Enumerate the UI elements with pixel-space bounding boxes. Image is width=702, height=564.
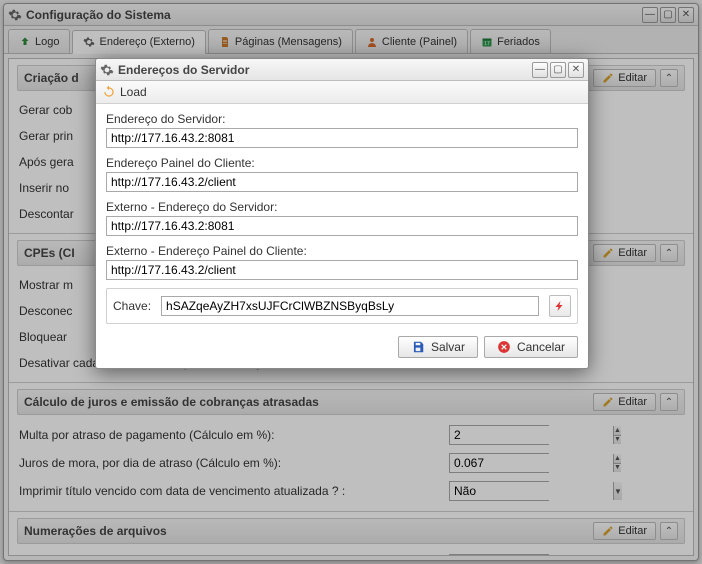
save-button[interactable]: Salvar (398, 336, 478, 358)
section-juros-title: Cálculo de juros e emissão de cobranças … (24, 395, 319, 409)
collapse-button[interactable]: ⌃ (660, 393, 678, 411)
tab-feriados-label: Feriados (497, 36, 540, 48)
pencil-icon (602, 247, 614, 259)
chevron-up-icon: ⌃ (665, 397, 673, 408)
edit-button[interactable]: Editar (593, 393, 656, 411)
main-title: Configuração do Sistema (26, 8, 171, 22)
save-label: Salvar (431, 340, 465, 354)
key-row: Chave: (106, 288, 578, 324)
imprimir-combo[interactable]: ▼ (449, 481, 549, 501)
section-cobranca-title: Criação d (24, 71, 79, 85)
pencil-icon (602, 396, 614, 408)
multa-spinner[interactable]: ▲▼ (449, 425, 549, 445)
chevron-up-icon: ⌃ (665, 526, 673, 537)
edit-label: Editar (618, 396, 647, 408)
tab-paginas[interactable]: Páginas (Mensagens) (208, 29, 353, 53)
arrow-up-icon (19, 36, 31, 48)
nf-input[interactable] (450, 555, 613, 556)
cancel-label: Cancelar (517, 340, 565, 354)
section-num: Numerações de arquivos Editar ⌃ Número s… (9, 512, 693, 556)
tab-feriados[interactable]: 17 Feriados (470, 29, 551, 53)
field-label: Endereço Painel do Cliente: (106, 156, 578, 170)
tabs: Logo Endereço (Externo) Páginas (Mensage… (4, 26, 698, 54)
spinner-up-icon[interactable]: ▲ (614, 454, 621, 464)
refresh-icon (102, 85, 116, 99)
server-address-input[interactable] (106, 128, 578, 148)
tab-logo[interactable]: Logo (8, 29, 70, 53)
section-cpes-title: CPEs (CI (24, 246, 75, 260)
load-bar[interactable]: Load (96, 81, 588, 104)
imprimir-input[interactable] (450, 482, 613, 500)
modal-close-button[interactable]: ✕ (568, 62, 584, 78)
modal-actions: Salvar Cancelar (96, 330, 588, 368)
user-icon (366, 36, 378, 48)
juros-input[interactable] (450, 454, 613, 472)
gear-icon (8, 8, 22, 22)
chevron-down-icon[interactable]: ▼ (613, 482, 622, 500)
tab-cliente[interactable]: Cliente (Painel) (355, 29, 468, 53)
juros-spinner[interactable]: ▲▼ (449, 453, 549, 473)
generate-key-button[interactable] (549, 295, 571, 317)
row-label: Multa por atraso de pagamento (Cálculo e… (19, 428, 449, 442)
field-label: Endereço do Servidor: (106, 112, 578, 126)
tab-paginas-label: Páginas (Mensagens) (235, 36, 342, 48)
save-icon (411, 340, 425, 354)
svg-text:17: 17 (484, 41, 490, 47)
collapse-button[interactable]: ⌃ (660, 522, 678, 540)
field-label: Externo - Endereço do Servidor: (106, 200, 578, 214)
collapse-button[interactable]: ⌃ (660, 244, 678, 262)
tab-endereco[interactable]: Endereço (Externo) (72, 30, 205, 54)
spinner-down-icon[interactable]: ▼ (614, 464, 621, 473)
chevron-up-icon: ⌃ (665, 73, 673, 84)
cancel-button[interactable]: Cancelar (484, 336, 578, 358)
edit-label: Editar (618, 247, 647, 259)
maximize-button[interactable]: ▢ (660, 7, 676, 23)
spinner-down-icon[interactable]: ▼ (614, 436, 621, 445)
chevron-up-icon: ⌃ (665, 248, 673, 259)
edit-button[interactable]: Editar (593, 522, 656, 540)
key-input[interactable] (161, 296, 539, 316)
collapse-button[interactable]: ⌃ (660, 69, 678, 87)
modal-title: Endereços do Servidor (118, 63, 249, 77)
section-juros: Cálculo de juros e emissão de cobranças … (9, 383, 693, 512)
edit-label: Editar (618, 72, 647, 84)
modal-minimize-button[interactable]: — (532, 62, 548, 78)
minimize-button[interactable]: — (642, 7, 658, 23)
section-num-title: Numerações de arquivos (24, 524, 167, 538)
multa-input[interactable] (450, 426, 613, 444)
tab-endereco-label: Endereço (Externo) (99, 36, 194, 48)
tab-logo-label: Logo (35, 36, 59, 48)
main-titlebar: Configuração do Sistema — ▢ ✕ (4, 4, 698, 26)
gear-icon (83, 36, 95, 48)
edit-button[interactable]: Editar (593, 69, 656, 87)
calendar-icon: 17 (481, 36, 493, 48)
spinner-up-icon[interactable]: ▲ (614, 555, 621, 556)
gear-icon (100, 63, 114, 77)
pencil-icon (602, 525, 614, 537)
modal-maximize-button[interactable]: ▢ (550, 62, 566, 78)
close-button[interactable]: ✕ (678, 7, 694, 23)
row-label: Imprimir título vencido com data de venc… (19, 484, 449, 498)
modal-titlebar: Endereços do Servidor — ▢ ✕ (96, 59, 588, 81)
lightning-icon (554, 300, 566, 312)
modal-enderecos: Endereços do Servidor — ▢ ✕ Load Endereç… (95, 58, 589, 369)
ext-client-panel-input[interactable] (106, 260, 578, 280)
cancel-icon (497, 340, 511, 354)
field-label: Externo - Endereço Painel do Cliente: (106, 244, 578, 258)
edit-label: Editar (618, 525, 647, 537)
edit-button[interactable]: Editar (593, 244, 656, 262)
nf-spinner[interactable]: ▲▼ (449, 554, 549, 556)
pencil-icon (602, 72, 614, 84)
row-label: Juros de mora, por dia de atraso (Cálcul… (19, 456, 449, 470)
tab-cliente-label: Cliente (Painel) (382, 36, 457, 48)
load-label: Load (120, 85, 147, 99)
spinner-up-icon[interactable]: ▲ (614, 426, 621, 436)
modal-body: Endereço do Servidor: Endereço Painel do… (96, 104, 588, 330)
key-label: Chave: (113, 299, 151, 313)
client-panel-input[interactable] (106, 172, 578, 192)
ext-server-address-input[interactable] (106, 216, 578, 236)
page-icon (219, 36, 231, 48)
